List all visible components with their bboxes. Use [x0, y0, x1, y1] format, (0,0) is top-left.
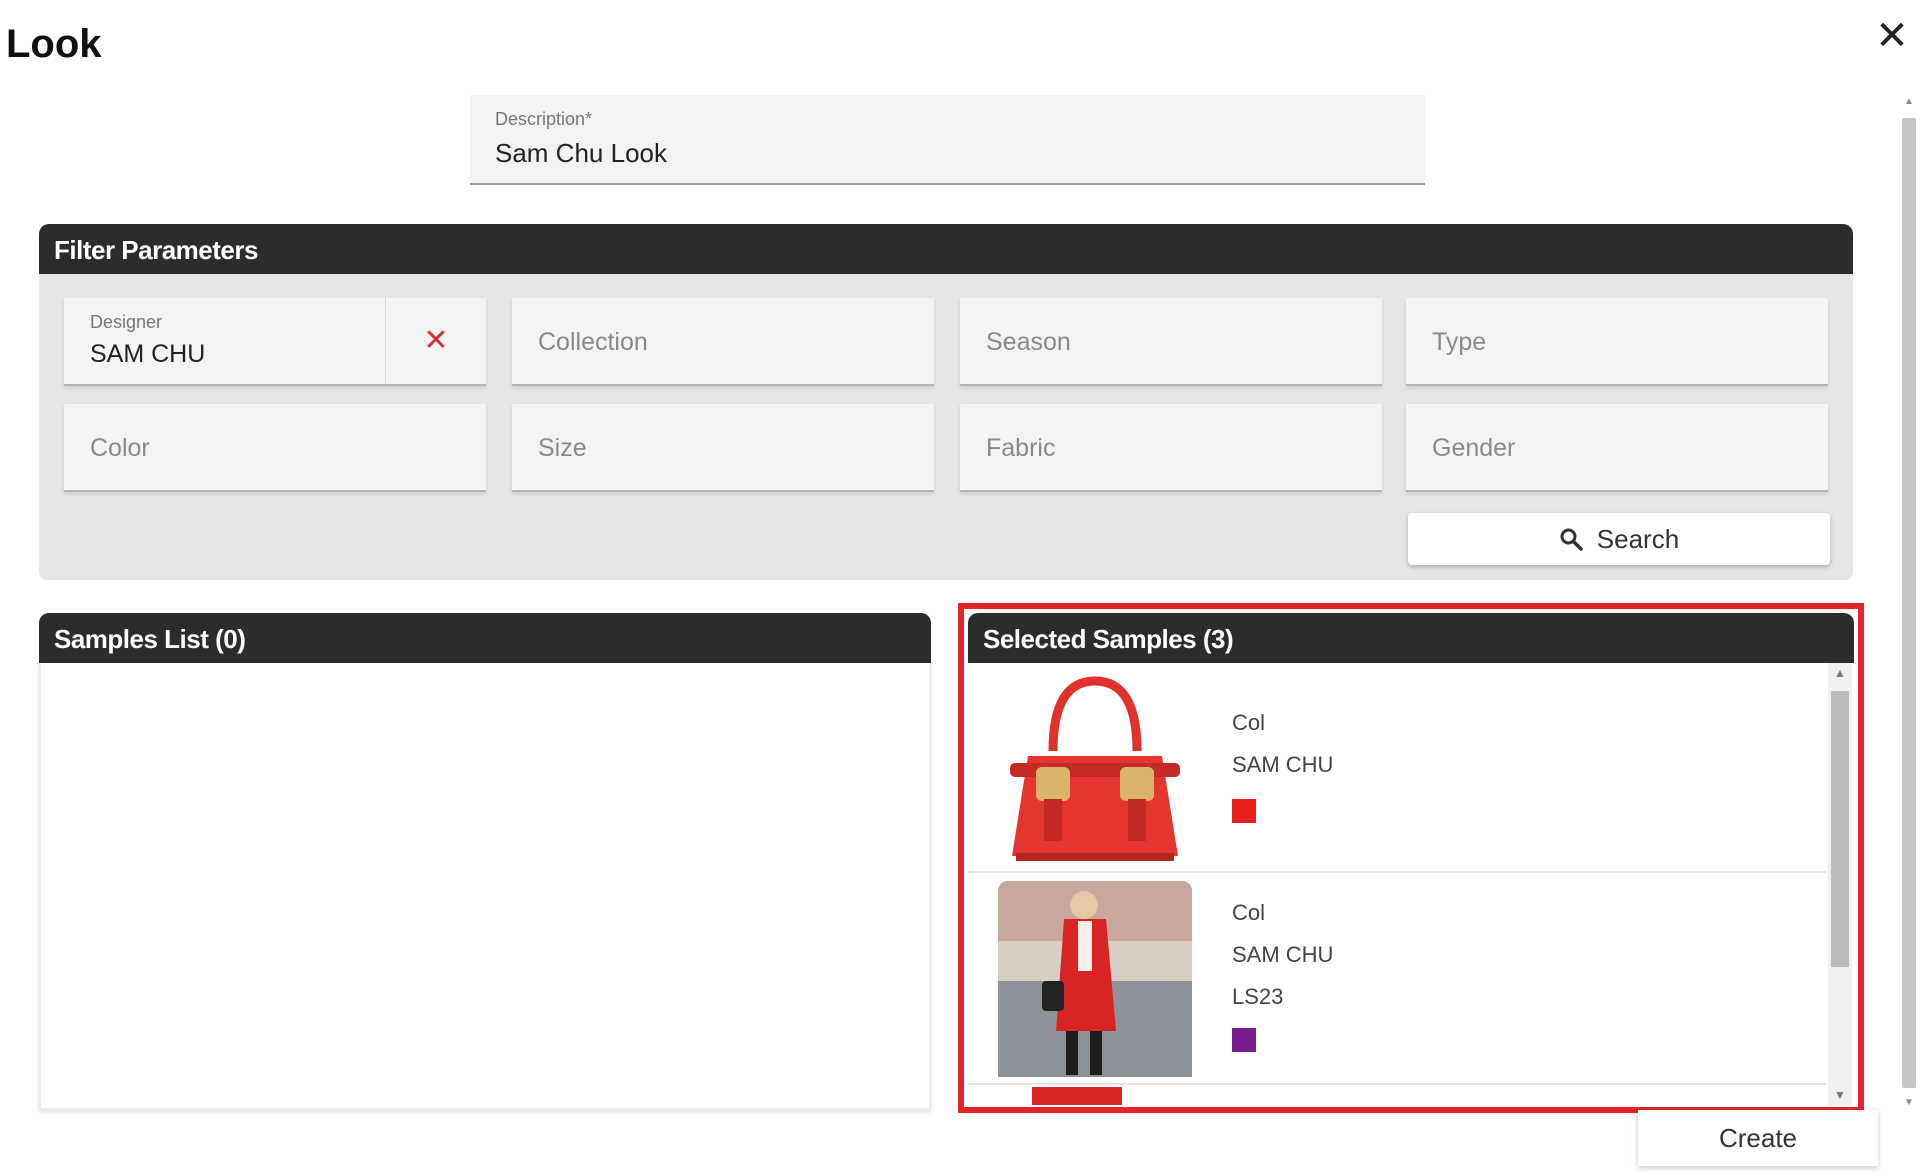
filter-parameters-header: Filter Parameters	[39, 224, 1853, 274]
designer-label: Designer	[90, 312, 163, 332]
scroll-down-icon[interactable]: ▼	[1900, 1097, 1918, 1111]
close-icon[interactable]: ✕	[1870, 14, 1914, 58]
search-label: Search	[1596, 523, 1680, 554]
sample-season: LS23	[1232, 984, 1284, 1009]
scrollbar-thumb[interactable]	[1902, 118, 1916, 1088]
season-field[interactable]: Season	[960, 298, 1382, 386]
gender-field[interactable]: Gender	[1406, 404, 1828, 492]
page-title: Look	[6, 22, 102, 66]
search-button[interactable]: Search	[1408, 513, 1830, 565]
selected-samples-panel: Selected Samples (3) Col SAM CHU Col SAM…	[958, 603, 1864, 1113]
create-label: Create	[1718, 1122, 1798, 1153]
sample-designer: SAM CHU	[1232, 942, 1334, 967]
designer-value: SAM CHU	[90, 340, 206, 368]
handbag-image	[998, 671, 1192, 867]
clear-designer-icon[interactable]: ✕	[385, 298, 486, 384]
scrollbar-thumb[interactable]	[1831, 691, 1849, 967]
description-value[interactable]: Sam Chu Look	[495, 138, 667, 169]
selected-sample-item[interactable]: Col SAM CHU LS23	[968, 873, 1826, 1085]
color-swatch	[1232, 1028, 1256, 1052]
designer-field[interactable]: Designer SAM CHU ✕	[64, 298, 486, 386]
samples-list-header: Samples List (0)	[39, 613, 931, 663]
color-field[interactable]: Color	[64, 404, 486, 492]
gender-placeholder: Gender	[1432, 434, 1516, 462]
description-field[interactable]: Description* Sam Chu Look	[470, 95, 1425, 185]
collection-field[interactable]: Collection	[512, 298, 934, 386]
description-label: Description*	[495, 109, 593, 129]
scroll-up-icon[interactable]: ▲	[1900, 96, 1918, 110]
selected-samples-header: Selected Samples (3)	[968, 613, 1854, 663]
samples-list-body[interactable]	[39, 663, 931, 1110]
collection-placeholder: Collection	[538, 328, 648, 356]
scroll-up-icon[interactable]: ▲	[1828, 663, 1852, 683]
create-button[interactable]: Create	[1638, 1110, 1878, 1166]
fabric-placeholder: Fabric	[986, 434, 1056, 462]
size-field[interactable]: Size	[512, 404, 934, 492]
red-coat-image	[998, 881, 1192, 1077]
selected-sample-item[interactable]: Col SAM CHU	[968, 663, 1826, 873]
color-placeholder: Color	[90, 434, 150, 462]
type-field[interactable]: Type	[1406, 298, 1828, 386]
search-icon	[1560, 528, 1583, 551]
scroll-down-icon[interactable]: ▼	[1828, 1085, 1852, 1105]
sample-collection: Col	[1232, 900, 1266, 925]
selected-samples-body[interactable]: Col SAM CHU Col SAM CHU LS23 ▲ ▼	[968, 663, 1854, 1105]
sample-designer: SAM CHU	[1232, 752, 1334, 777]
samples-list-panel: Samples List (0)	[39, 613, 931, 1110]
fabric-field[interactable]: Fabric	[960, 404, 1382, 492]
type-placeholder: Type	[1432, 328, 1487, 356]
selected-samples-scrollbar[interactable]: ▲ ▼	[1828, 663, 1852, 1105]
partial-sample-image	[1032, 1087, 1122, 1105]
color-swatch	[1232, 799, 1256, 823]
dialog-scrollbar[interactable]: ▲ ▼	[1900, 96, 1918, 1111]
size-placeholder: Size	[538, 434, 587, 462]
sample-collection: Col	[1232, 710, 1266, 735]
season-placeholder: Season	[986, 328, 1071, 356]
